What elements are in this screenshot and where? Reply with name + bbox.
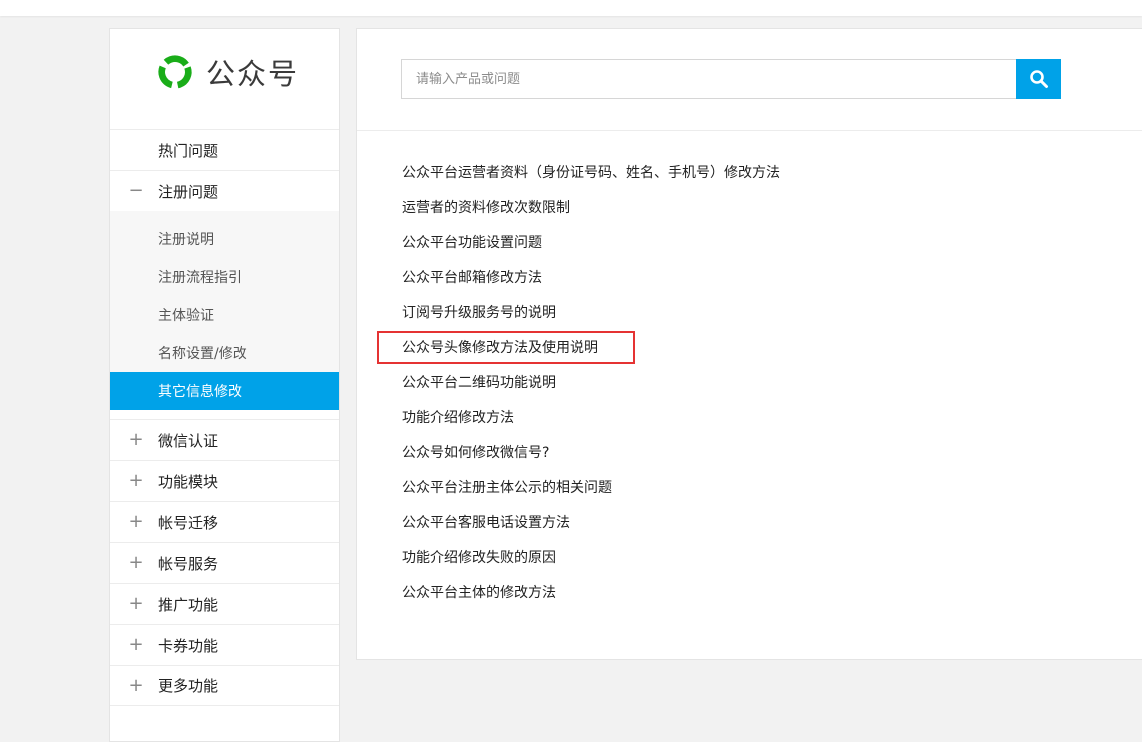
expand-icon[interactable]: + xyxy=(128,594,144,614)
sidebar-submenu-registration: 注册说明 注册流程指引 主体验证 名称设置/修改 其它信息修改 xyxy=(110,211,339,410)
logo[interactable]: 公众号 xyxy=(156,52,299,92)
sidebar-sign xyxy=(128,140,144,160)
question-link[interactable]: 公众平台邮箱修改方法 xyxy=(402,261,780,296)
search-area xyxy=(357,29,1142,131)
sidebar-item-promotion[interactable]: + 推广功能 xyxy=(110,583,339,624)
question-link[interactable]: 功能介绍修改失败的原因 xyxy=(402,541,780,576)
sidebar-item-wechat-verification[interactable]: + 微信认证 xyxy=(110,419,339,460)
sidebar-menu: 热门问题 − 注册问题 注册说明 注册流程指引 主体验证 名称设置/修改 其它信… xyxy=(110,129,339,706)
expand-icon[interactable]: + xyxy=(128,512,144,532)
sidebar-item-account-services[interactable]: + 帐号服务 xyxy=(110,542,339,583)
question-link[interactable]: 公众平台注册主体公示的相关问题 xyxy=(402,471,780,506)
sidebar-item-account-migration[interactable]: + 帐号迁移 xyxy=(110,501,339,542)
expand-icon[interactable]: + xyxy=(128,471,144,491)
search-button[interactable] xyxy=(1016,59,1061,99)
sidebar-subitem-registration-guide[interactable]: 注册说明 xyxy=(110,220,339,258)
sidebar: 公众号 热门问题 − 注册问题 注册说明 注册流程指引 主体验证 名称设置/修改… xyxy=(109,28,340,742)
collapse-icon[interactable]: − xyxy=(128,181,144,201)
question-link[interactable]: 运营者的资料修改次数限制 xyxy=(402,191,780,226)
sidebar-subitem-other-info[interactable]: 其它信息修改 xyxy=(110,372,339,410)
sidebar-item-label: 微信认证 xyxy=(158,431,219,450)
sidebar-item-hot-questions[interactable]: 热门问题 xyxy=(110,129,339,170)
search-icon xyxy=(1029,70,1048,88)
question-link[interactable]: 公众平台主体的修改方法 xyxy=(402,576,780,611)
sidebar-item-registration[interactable]: − 注册问题 xyxy=(110,170,339,211)
top-bar xyxy=(0,0,1142,16)
search-input[interactable] xyxy=(401,59,1017,99)
expand-icon[interactable]: + xyxy=(128,553,144,573)
expand-icon[interactable]: + xyxy=(128,430,144,450)
question-link[interactable]: 公众平台客服电话设置方法 xyxy=(402,506,780,541)
sidebar-subitem-entity-verification[interactable]: 主体验证 xyxy=(110,296,339,334)
question-link[interactable]: 订阅号升级服务号的说明 xyxy=(402,296,780,331)
question-link[interactable]: 公众平台功能设置问题 xyxy=(402,226,780,261)
question-list: 公众平台运营者资料（身份证号码、姓名、手机号）修改方法 运营者的资料修改次数限制… xyxy=(402,156,780,611)
logo-text: 公众号 xyxy=(206,57,300,91)
sidebar-item-label: 热门问题 xyxy=(158,141,219,160)
sidebar-item-label: 功能模块 xyxy=(158,472,219,491)
question-link[interactable]: 功能介绍修改方法 xyxy=(402,401,780,436)
sidebar-item-label: 更多功能 xyxy=(158,677,219,695)
highlight-annotation-box xyxy=(377,331,635,364)
question-link[interactable]: 公众平台二维码功能说明 xyxy=(402,366,780,401)
sidebar-item-label: 帐号服务 xyxy=(158,554,219,573)
question-link[interactable]: 公众平台运营者资料（身份证号码、姓名、手机号）修改方法 xyxy=(402,156,780,191)
sidebar-item-function-modules[interactable]: + 功能模块 xyxy=(110,460,339,501)
sidebar-item-label: 注册问题 xyxy=(158,182,219,201)
sidebar-item-label: 卡券功能 xyxy=(158,636,219,655)
sidebar-subitem-registration-flow[interactable]: 注册流程指引 xyxy=(110,258,339,296)
question-link[interactable]: 公众号如何修改微信号? xyxy=(402,436,780,471)
sidebar-item-more[interactable]: + 更多功能 xyxy=(110,665,339,706)
expand-icon[interactable]: + xyxy=(128,635,144,655)
sidebar-subitem-name-settings[interactable]: 名称设置/修改 xyxy=(110,334,339,372)
sidebar-item-coupons[interactable]: + 卡券功能 xyxy=(110,624,339,665)
sidebar-item-label: 帐号迁移 xyxy=(158,513,219,532)
wechat-mp-logo-icon xyxy=(158,55,192,89)
sidebar-item-label: 推广功能 xyxy=(158,595,219,614)
expand-icon[interactable]: + xyxy=(128,676,144,696)
